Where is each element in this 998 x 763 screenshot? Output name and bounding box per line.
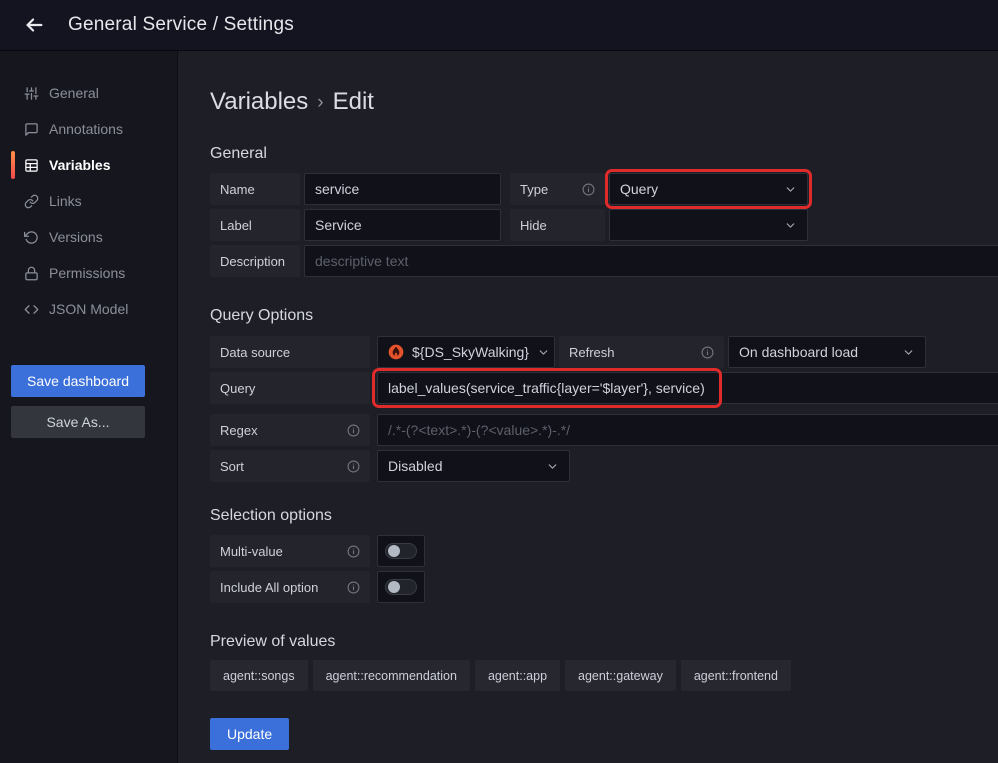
preview-values-heading: Preview of values	[210, 633, 998, 651]
sidebar-item-label: JSON Model	[49, 301, 128, 317]
top-header: General Service / Settings	[0, 0, 998, 51]
sliders-icon	[24, 86, 39, 101]
sidebar-item-annotations[interactable]: Annotations	[0, 111, 177, 147]
sidebar-item-variables[interactable]: Variables	[0, 147, 177, 183]
save-dashboard-button[interactable]: Save dashboard	[11, 365, 145, 397]
lock-icon	[24, 266, 39, 281]
description-field-label: Description	[210, 245, 300, 277]
selection-options-heading: Selection options	[210, 507, 998, 525]
sidebar-item-versions[interactable]: Versions	[0, 219, 177, 255]
info-icon[interactable]	[347, 545, 360, 558]
dashboard-settings-page: General Service / Settings General Annot…	[0, 0, 998, 763]
preview-value-chip: agent::frontend	[681, 660, 791, 691]
preview-value-chip: agent::songs	[210, 660, 308, 691]
info-icon[interactable]	[701, 346, 714, 359]
grid-table-icon	[24, 158, 39, 173]
chevron-down-icon	[902, 346, 915, 359]
breadcrumb-section: Variables	[210, 88, 308, 116]
hide-dropdown[interactable]	[609, 209, 808, 241]
preview-value-chip: agent::gateway	[565, 660, 676, 691]
query-field-label: Query	[210, 372, 370, 404]
preview-values-list: agent::songs agent::recommendation agent…	[210, 660, 998, 691]
settings-sidebar: General Annotations Variables Links	[0, 51, 178, 763]
description-input[interactable]	[304, 245, 998, 277]
page-title: General Service / Settings	[68, 14, 294, 36]
multi-value-field-label: Multi-value	[210, 535, 370, 567]
sidebar-item-label: General	[49, 85, 99, 101]
name-input[interactable]	[304, 173, 501, 205]
include-all-field-label: Include All option	[210, 571, 370, 603]
flame-datasource-icon	[388, 344, 404, 360]
breadcrumb: Variables › Edit	[210, 88, 998, 116]
include-all-toggle[interactable]	[377, 571, 425, 603]
sort-field-label: Sort	[210, 450, 370, 482]
info-icon[interactable]	[347, 424, 360, 437]
history-icon	[24, 230, 39, 245]
save-as-button[interactable]: Save As...	[11, 406, 145, 438]
toggle-knob	[388, 581, 400, 593]
sidebar-item-links[interactable]: Links	[0, 183, 177, 219]
variables-edit-panel: Variables › Edit General Name Type	[178, 51, 998, 763]
chevron-down-icon	[784, 183, 797, 196]
link-icon	[24, 194, 39, 209]
back-button[interactable]	[18, 9, 50, 41]
general-section-heading: General	[210, 145, 998, 163]
sidebar-item-json-model[interactable]: JSON Model	[0, 291, 177, 327]
sidebar-item-label: Links	[49, 193, 82, 209]
chevron-down-icon	[784, 219, 797, 232]
sidebar-item-label: Permissions	[49, 265, 125, 281]
query-options-heading: Query Options	[210, 307, 998, 325]
datasource-dropdown[interactable]: ${DS_SkyWalking}	[377, 336, 555, 368]
regex-input[interactable]	[377, 414, 998, 446]
comment-icon	[24, 122, 39, 137]
info-icon[interactable]	[347, 460, 360, 473]
sidebar-item-label: Annotations	[49, 121, 123, 137]
code-brackets-icon	[24, 302, 39, 317]
datasource-field-label: Data source	[210, 336, 370, 368]
sidebar-item-general[interactable]: General	[0, 75, 177, 111]
info-icon[interactable]	[582, 183, 595, 196]
toggle-track	[385, 543, 417, 559]
sort-dropdown[interactable]: Disabled	[377, 450, 570, 482]
refresh-dropdown[interactable]: On dashboard load	[728, 336, 926, 368]
preview-value-chip: agent::recommendation	[313, 660, 470, 691]
breadcrumb-page: Edit	[333, 88, 374, 116]
hide-field-label: Hide	[510, 209, 605, 241]
toggle-knob	[388, 545, 400, 557]
multi-value-toggle[interactable]	[377, 535, 425, 567]
label-input[interactable]	[304, 209, 501, 241]
chevron-down-icon	[546, 460, 559, 473]
regex-field-label: Regex	[210, 414, 370, 446]
refresh-field-label: Refresh	[559, 336, 724, 368]
type-dropdown[interactable]: Query	[609, 173, 808, 205]
type-field-label: Type	[510, 173, 605, 205]
toggle-track	[385, 579, 417, 595]
sidebar-item-label: Variables	[49, 157, 111, 173]
label-field-label: Label	[210, 209, 300, 241]
preview-value-chip: agent::app	[475, 660, 560, 691]
sidebar-item-permissions[interactable]: Permissions	[0, 255, 177, 291]
chevron-down-icon	[537, 346, 550, 359]
info-icon[interactable]	[347, 581, 360, 594]
breadcrumb-separator: ›	[317, 92, 323, 114]
update-button[interactable]: Update	[210, 718, 289, 750]
query-input[interactable]	[377, 372, 998, 404]
arrow-left-icon	[23, 14, 45, 36]
sidebar-item-label: Versions	[49, 229, 103, 245]
name-field-label: Name	[210, 173, 300, 205]
